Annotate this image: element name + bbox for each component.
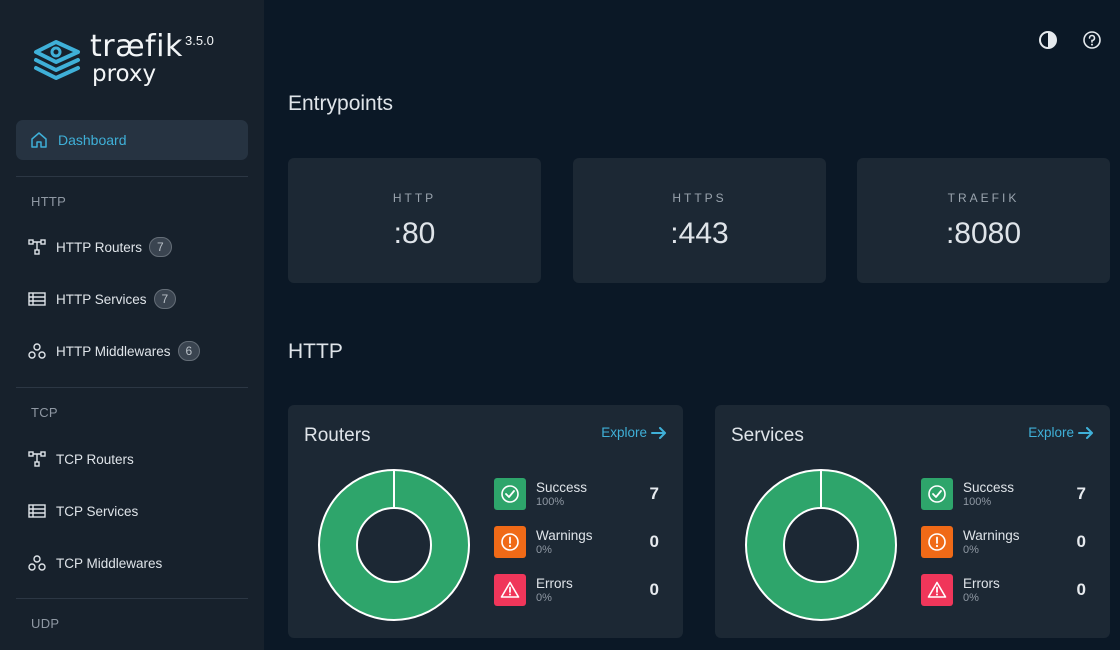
stat-value: 0 [649, 532, 659, 551]
stat-name: Errors [963, 576, 1000, 591]
sidebar-item-http-routers[interactable]: HTTP Routers 7 [28, 233, 172, 261]
middlewares-icon [28, 554, 46, 572]
explore-routers-link[interactable]: Explore [601, 425, 667, 440]
sidebar-item-tcp-routers[interactable]: TCP Routers [28, 445, 134, 473]
stat-errors: Errors 0% 0 [494, 574, 664, 606]
arrow-right-icon [651, 426, 666, 439]
check-circle-icon [921, 478, 953, 510]
entrypoints-title: Entrypoints [288, 92, 394, 115]
section-label-udp: UDP [31, 616, 60, 631]
card-title: Services [731, 425, 804, 446]
sidebar-divider [16, 387, 248, 388]
section-label-http: HTTP [31, 194, 67, 209]
section-label-tcp: TCP [31, 405, 58, 420]
sidebar-item-http-services[interactable]: HTTP Services 7 [28, 285, 177, 313]
explore-services-link[interactable]: Explore [1028, 425, 1094, 440]
entrypoint-name: HTTPS [672, 191, 727, 205]
count-badge: 7 [149, 237, 172, 257]
stat-name: Errors [536, 576, 573, 591]
services-icon [28, 290, 46, 308]
entrypoint-port: :80 [393, 217, 436, 250]
routers-icon [28, 238, 46, 256]
entrypoint-name: TRAEFIK [947, 191, 1020, 205]
stat-percent: 100% [963, 496, 992, 508]
logo-subtitle: proxy [92, 61, 157, 87]
version-label: 3.5.0 [185, 33, 214, 48]
check-circle-icon [494, 478, 526, 510]
routers-donut-chart [318, 469, 470, 621]
stat-value: 0 [649, 580, 659, 599]
alert-circle-icon [921, 526, 953, 558]
theme-toggle-button[interactable] [1038, 30, 1058, 50]
stat-percent: 100% [536, 496, 565, 508]
services-donut-chart [745, 469, 897, 621]
warning-triangle-icon [494, 574, 526, 606]
help-button[interactable] [1082, 30, 1102, 50]
stat-name: Success [536, 480, 588, 495]
explore-label: Explore [601, 425, 647, 440]
help-icon [1083, 31, 1101, 49]
stat-warnings: Warnings 0% 0 [494, 526, 664, 558]
sidebar-item-label: TCP Services [56, 503, 139, 519]
sidebar-item-tcp-services[interactable]: TCP Services [28, 497, 138, 525]
sidebar-item-label: Dashboard [58, 132, 127, 148]
stat-errors: Errors 0% 0 [921, 574, 1091, 606]
sidebar-item-label: HTTP Middlewares [56, 343, 171, 359]
services-icon [28, 502, 46, 520]
entrypoint-card-traefik: TRAEFIK :8080 [857, 158, 1110, 283]
stat-value: 0 [1076, 580, 1086, 599]
stat-percent: 0% [963, 544, 979, 556]
sidebar-item-label: HTTP Services [56, 291, 147, 307]
entrypoint-port: :8080 [945, 217, 1022, 250]
middlewares-icon [28, 342, 46, 360]
routers-card: Routers Explore Success 100% 7 Warnings … [288, 405, 683, 638]
count-badge: 6 [177, 341, 201, 361]
explore-label: Explore [1028, 425, 1074, 440]
routers-icon [28, 450, 46, 468]
services-card: Services Explore Success 100% 7 Warnings… [715, 405, 1110, 638]
sidebar-item-label: HTTP Routers [56, 239, 143, 255]
logo-wordmark: træfik [90, 29, 183, 64]
stat-value: 0 [1076, 532, 1086, 551]
traefik-logo-icon [34, 40, 80, 80]
sidebar-item-http-middlewares[interactable]: HTTP Middlewares 6 [28, 337, 201, 365]
warning-triangle-icon [921, 574, 953, 606]
sidebar-item-dashboard[interactable]: Dashboard [16, 120, 248, 160]
sidebar-divider [16, 598, 248, 599]
sidebar-item-label: TCP Routers [56, 451, 134, 467]
sidebar-item-label: TCP Middlewares [56, 555, 163, 571]
stat-name: Warnings [963, 528, 1020, 543]
arrow-right-icon [1078, 426, 1093, 439]
stat-percent: 0% [536, 592, 552, 604]
entrypoint-card-http: HTTP :80 [288, 158, 541, 283]
sidebar-item-tcp-middlewares[interactable]: TCP Middlewares [28, 549, 162, 577]
sidebar-divider [16, 176, 248, 177]
stat-success: Success 100% 7 [494, 478, 664, 510]
stat-name: Success [963, 480, 1015, 495]
alert-circle-icon [494, 526, 526, 558]
stat-value: 7 [649, 484, 659, 503]
http-section-title: HTTP [288, 340, 343, 363]
stat-success: Success 100% 7 [921, 478, 1091, 510]
home-icon [30, 131, 48, 149]
count-badge: 7 [153, 289, 177, 309]
entrypoint-card-https: HTTPS :443 [573, 158, 826, 283]
contrast-icon [1039, 31, 1057, 49]
stat-warnings: Warnings 0% 0 [921, 526, 1091, 558]
stat-name: Warnings [536, 528, 593, 543]
sidebar: træfik proxy 3.5.0 Dashboard HTTP HTTP R… [0, 0, 264, 650]
entrypoint-port: :443 [670, 217, 729, 250]
stat-percent: 0% [536, 544, 552, 556]
card-title: Routers [304, 425, 371, 446]
stat-percent: 0% [963, 592, 979, 604]
entrypoint-name: HTTP [392, 191, 437, 205]
stat-value: 7 [1076, 484, 1086, 503]
traefik-logo[interactable]: træfik proxy 3.5.0 [32, 30, 232, 90]
